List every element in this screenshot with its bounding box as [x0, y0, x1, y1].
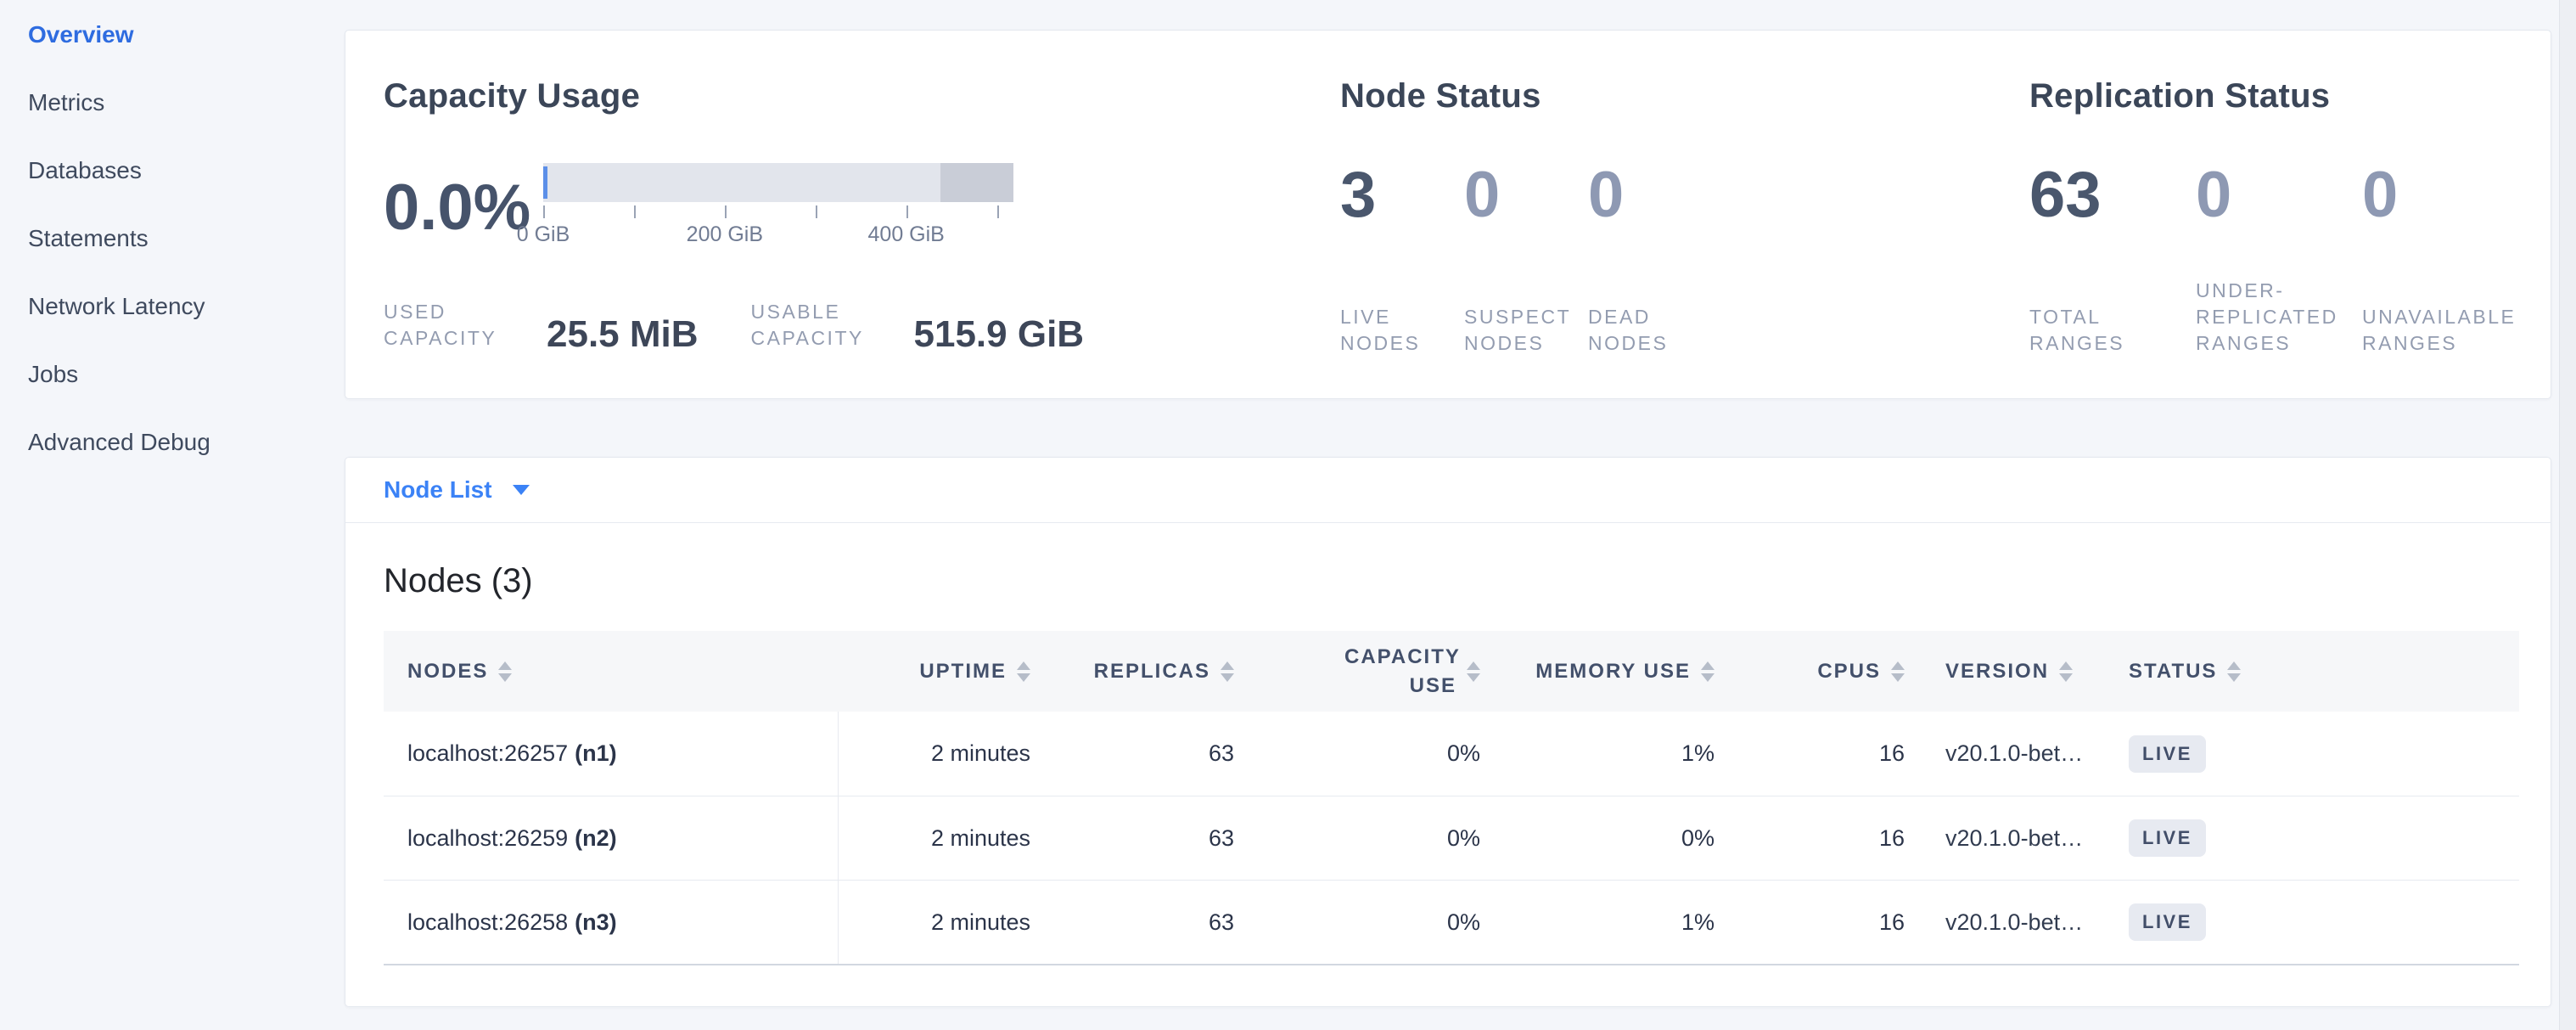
- replication-status-section: Replication Status 63 TOTAL RANGES 0 UND…: [2029, 77, 2551, 398]
- replicas-cell: 63: [1047, 712, 1251, 796]
- sidebar-item-databases[interactable]: Databases: [0, 137, 345, 205]
- capacity-use-cell: 0%: [1251, 796, 1497, 880]
- status-cell: LIVE: [2112, 712, 2519, 796]
- dead-nodes-label: DEAD NODES: [1588, 304, 1692, 357]
- replicas-cell: 63: [1047, 796, 1251, 880]
- capacity-usage-section: Capacity Usage 0.0% 0 GiB 200: [384, 77, 1340, 398]
- nodes-table: NODES UPTIME REPLICAS CAPACITY USE MEMOR…: [384, 631, 2519, 965]
- axis-label-200gib: 200 GiB: [687, 222, 763, 247]
- unavailable-ranges-label: UNAVAILABLE RANGES: [2362, 304, 2528, 357]
- sort-icon[interactable]: [2059, 661, 2073, 682]
- capacity-bar-chart: 0 GiB 200 GiB 400 GiB: [543, 163, 1013, 251]
- capacity-bar-used-segment: [543, 166, 547, 199]
- column-header-cpus[interactable]: CPUS: [1731, 631, 1922, 712]
- uptime-cell: 2 minutes: [839, 712, 1047, 796]
- total-ranges-count: 63: [2029, 163, 2196, 228]
- suspect-nodes-count: 0: [1464, 163, 1588, 228]
- total-ranges-label: TOTAL RANGES: [2029, 304, 2196, 357]
- sidebar-item-advanced-debug[interactable]: Advanced Debug: [0, 408, 345, 476]
- node-address-cell[interactable]: localhost:26257 (n1): [384, 712, 839, 796]
- page-scrollbar[interactable]: [2559, 0, 2576, 1030]
- column-header-version[interactable]: VERSION: [1922, 631, 2112, 712]
- node-address-cell[interactable]: localhost:26258 (n3): [384, 881, 839, 964]
- cpus-cell: 16: [1731, 881, 1922, 964]
- status-badge: LIVE: [2129, 735, 2206, 773]
- table-row-n1[interactable]: localhost:26257 (n1) 2 minutes 63 0% 1% …: [384, 712, 2519, 796]
- dead-nodes-count: 0: [1588, 163, 1712, 228]
- memory-use-cell: 0%: [1497, 796, 1731, 880]
- sort-icon[interactable]: [498, 661, 512, 682]
- status-cell: LIVE: [2112, 881, 2519, 964]
- node-status-section: Node Status 3 LIVE NODES 0 SUSPECT NODES…: [1340, 77, 2029, 398]
- nodes-count-heading: Nodes (3): [384, 562, 2551, 600]
- memory-use-cell: 1%: [1497, 881, 1731, 964]
- used-capacity-label: USED CAPACITY: [384, 299, 528, 352]
- cpus-cell: 16: [1731, 712, 1922, 796]
- node-list-view-dropdown[interactable]: Node List: [345, 458, 2551, 523]
- chevron-down-icon: [513, 485, 530, 495]
- usable-capacity-value: 515.9 GiB: [914, 313, 1085, 356]
- node-list-dropdown-label: Node List: [384, 476, 492, 504]
- unavailable-ranges-count: 0: [2362, 163, 2528, 228]
- replicas-cell: 63: [1047, 881, 1251, 964]
- live-nodes-label: LIVE NODES: [1340, 304, 1444, 357]
- cluster-summary-card: Capacity Usage 0.0% 0 GiB 200: [345, 30, 2551, 399]
- table-row-n2[interactable]: localhost:26259 (n2) 2 minutes 63 0% 0% …: [384, 796, 2519, 880]
- axis-label-400gib: 400 GiB: [868, 222, 945, 247]
- sort-icon[interactable]: [2227, 661, 2241, 682]
- sort-icon[interactable]: [1701, 661, 1715, 682]
- node-list-card: Node List Nodes (3) NODES UPTIME REPLICA…: [345, 457, 2551, 1007]
- status-cell: LIVE: [2112, 796, 2519, 880]
- capacity-use-cell: 0%: [1251, 712, 1497, 796]
- node-id: (n3): [575, 909, 617, 936]
- status-badge: LIVE: [2129, 903, 2206, 941]
- uptime-cell: 2 minutes: [839, 881, 1047, 964]
- sidebar-item-metrics[interactable]: Metrics: [0, 69, 345, 137]
- sidebar-item-statements[interactable]: Statements: [0, 205, 345, 273]
- node-status-title: Node Status: [1340, 77, 2029, 115]
- node-id: (n2): [575, 825, 617, 852]
- node-address-cell[interactable]: localhost:26259 (n2): [384, 796, 839, 880]
- nodes-table-header-row: NODES UPTIME REPLICAS CAPACITY USE MEMOR…: [384, 631, 2519, 712]
- node-id: (n1): [575, 740, 617, 767]
- under-replicated-ranges-label: UNDER-REPLICATED RANGES: [2196, 278, 2362, 357]
- under-replicated-ranges-count: 0: [2196, 163, 2362, 228]
- sort-icon[interactable]: [1017, 661, 1030, 682]
- version-cell: v20.1.0-bet…: [1922, 712, 2112, 796]
- memory-use-cell: 1%: [1497, 712, 1731, 796]
- column-header-nodes[interactable]: NODES: [384, 631, 839, 712]
- axis-label-0gib: 0 GiB: [517, 222, 570, 247]
- capacity-usage-title: Capacity Usage: [384, 77, 1340, 115]
- used-capacity-value: 25.5 MiB: [547, 313, 699, 356]
- status-badge: LIVE: [2129, 819, 2206, 857]
- capacity-bar-track: [543, 163, 1013, 202]
- live-nodes-count: 3: [1340, 163, 1464, 228]
- cpus-cell: 16: [1731, 796, 1922, 880]
- column-header-uptime[interactable]: UPTIME: [839, 631, 1047, 712]
- sort-icon[interactable]: [1221, 661, 1234, 682]
- column-header-memory-use[interactable]: MEMORY USE: [1497, 631, 1731, 712]
- uptime-cell: 2 minutes: [839, 796, 1047, 880]
- sidebar: Overview Metrics Databases Statements Ne…: [0, 0, 345, 476]
- version-cell: v20.1.0-bet…: [1922, 796, 2112, 880]
- capacity-axis-ticks: [543, 205, 1013, 219]
- sort-icon[interactable]: [1467, 661, 1480, 682]
- replication-status-title: Replication Status: [2029, 77, 2551, 115]
- usable-capacity-label: USABLE CAPACITY: [751, 299, 895, 352]
- version-cell: v20.1.0-bet…: [1922, 881, 2112, 964]
- capacity-use-cell: 0%: [1251, 881, 1497, 964]
- sidebar-item-network-latency[interactable]: Network Latency: [0, 273, 345, 341]
- sidebar-item-overview[interactable]: Overview: [0, 1, 345, 69]
- suspect-nodes-label: SUSPECT NODES: [1464, 304, 1568, 357]
- sidebar-item-jobs[interactable]: Jobs: [0, 341, 345, 408]
- column-header-replicas[interactable]: REPLICAS: [1047, 631, 1251, 712]
- column-header-capacity-use[interactable]: CAPACITY USE: [1251, 631, 1497, 712]
- column-header-status[interactable]: STATUS: [2112, 631, 2519, 712]
- sort-icon[interactable]: [1891, 661, 1905, 682]
- capacity-bar-other-segment: [940, 163, 1013, 202]
- table-row-n3[interactable]: localhost:26258 (n3) 2 minutes 63 0% 1% …: [384, 880, 2519, 964]
